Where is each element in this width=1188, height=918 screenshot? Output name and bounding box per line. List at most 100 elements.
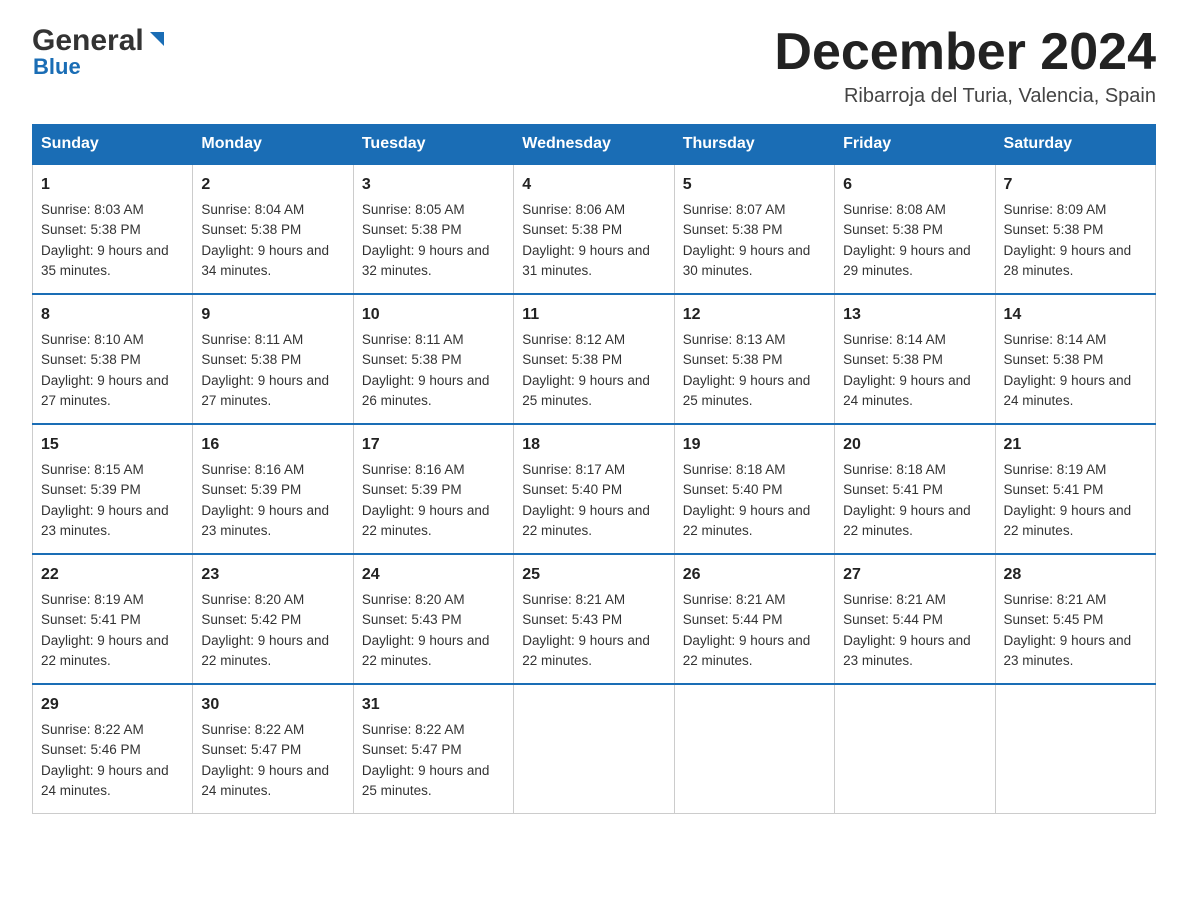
- month-title: December 2024: [774, 24, 1156, 81]
- column-header-sunday: Sunday: [33, 125, 193, 165]
- day-info: Sunrise: 8:20 AMSunset: 5:43 PMDaylight:…: [362, 592, 490, 668]
- day-info: Sunrise: 8:11 AMSunset: 5:38 PMDaylight:…: [362, 332, 490, 408]
- column-header-thursday: Thursday: [674, 125, 834, 165]
- day-number: 11: [522, 303, 665, 327]
- day-number: 27: [843, 563, 986, 587]
- calendar-cell: 8 Sunrise: 8:10 AMSunset: 5:38 PMDaylight…: [33, 294, 193, 424]
- day-number: 4: [522, 173, 665, 197]
- day-info: Sunrise: 8:21 AMSunset: 5:45 PMDaylight:…: [1004, 592, 1132, 668]
- calendar-cell: 13 Sunrise: 8:14 AMSunset: 5:38 PMDayligh…: [835, 294, 995, 424]
- calendar-cell: 28 Sunrise: 8:21 AMSunset: 5:45 PMDayligh…: [995, 554, 1155, 684]
- day-number: 5: [683, 173, 826, 197]
- day-number: 12: [683, 303, 826, 327]
- location-text: Ribarroja del Turia, Valencia, Spain: [774, 85, 1156, 108]
- day-number: 29: [41, 693, 184, 717]
- logo-general-text: General: [32, 24, 144, 58]
- week-row-3: 15 Sunrise: 8:15 AMSunset: 5:39 PMDayligh…: [33, 424, 1156, 554]
- week-row-5: 29 Sunrise: 8:22 AMSunset: 5:46 PMDayligh…: [33, 684, 1156, 814]
- calendar-cell: [514, 684, 674, 814]
- day-number: 31: [362, 693, 505, 717]
- week-row-2: 8 Sunrise: 8:10 AMSunset: 5:38 PMDaylight…: [33, 294, 1156, 424]
- day-info: Sunrise: 8:06 AMSunset: 5:38 PMDaylight:…: [522, 202, 650, 278]
- day-info: Sunrise: 8:18 AMSunset: 5:41 PMDaylight:…: [843, 462, 971, 538]
- day-number: 3: [362, 173, 505, 197]
- day-number: 8: [41, 303, 184, 327]
- day-number: 24: [362, 563, 505, 587]
- day-number: 17: [362, 433, 505, 457]
- day-info: Sunrise: 8:15 AMSunset: 5:39 PMDaylight:…: [41, 462, 169, 538]
- day-info: Sunrise: 8:07 AMSunset: 5:38 PMDaylight:…: [683, 202, 811, 278]
- day-info: Sunrise: 8:18 AMSunset: 5:40 PMDaylight:…: [683, 462, 811, 538]
- calendar-cell: 3 Sunrise: 8:05 AMSunset: 5:38 PMDaylight…: [353, 164, 513, 294]
- column-header-tuesday: Tuesday: [353, 125, 513, 165]
- calendar-cell: 9 Sunrise: 8:11 AMSunset: 5:38 PMDaylight…: [193, 294, 353, 424]
- calendar-cell: 6Sunrise: 8:08 AMSunset: 5:38 PMDaylight…: [835, 164, 995, 294]
- day-info: Sunrise: 8:21 AMSunset: 5:44 PMDaylight:…: [683, 592, 811, 668]
- day-info: Sunrise: 8:21 AMSunset: 5:44 PMDaylight:…: [843, 592, 971, 668]
- calendar-table: SundayMondayTuesdayWednesdayThursdayFrid…: [32, 124, 1156, 814]
- day-info: Sunrise: 8:16 AMSunset: 5:39 PMDaylight:…: [201, 462, 329, 538]
- calendar-cell: 16 Sunrise: 8:16 AMSunset: 5:39 PMDayligh…: [193, 424, 353, 554]
- day-number: 19: [683, 433, 826, 457]
- calendar-cell: 19 Sunrise: 8:18 AMSunset: 5:40 PMDayligh…: [674, 424, 834, 554]
- calendar-cell: 17 Sunrise: 8:16 AMSunset: 5:39 PMDayligh…: [353, 424, 513, 554]
- day-info: Sunrise: 8:16 AMSunset: 5:39 PMDaylight:…: [362, 462, 490, 538]
- day-number: 20: [843, 433, 986, 457]
- day-number: 9: [201, 303, 344, 327]
- calendar-cell: 25Sunrise: 8:21 AMSunset: 5:43 PMDayligh…: [514, 554, 674, 684]
- title-block: December 2024 Ribarroja del Turia, Valen…: [774, 24, 1156, 108]
- logo-arrow-icon: [146, 28, 168, 50]
- calendar-cell: 30Sunrise: 8:22 AMSunset: 5:47 PMDayligh…: [193, 684, 353, 814]
- calendar-cell: 5 Sunrise: 8:07 AMSunset: 5:38 PMDaylight…: [674, 164, 834, 294]
- column-header-monday: Monday: [193, 125, 353, 165]
- day-number: 28: [1004, 563, 1147, 587]
- day-number: 13: [843, 303, 986, 327]
- logo-blue-text: Blue: [32, 54, 81, 80]
- calendar-cell: 10 Sunrise: 8:11 AMSunset: 5:38 PMDayligh…: [353, 294, 513, 424]
- logo: General Blue: [32, 24, 168, 80]
- day-number: 18: [522, 433, 665, 457]
- day-number: 10: [362, 303, 505, 327]
- day-info: Sunrise: 8:22 AMSunset: 5:46 PMDaylight:…: [41, 722, 169, 798]
- day-info: Sunrise: 8:04 AMSunset: 5:38 PMDaylight:…: [201, 202, 329, 278]
- calendar-cell: 14Sunrise: 8:14 AMSunset: 5:38 PMDayligh…: [995, 294, 1155, 424]
- day-info: Sunrise: 8:20 AMSunset: 5:42 PMDaylight:…: [201, 592, 329, 668]
- calendar-cell: 1Sunrise: 8:03 AMSunset: 5:38 PMDaylight…: [33, 164, 193, 294]
- day-number: 14: [1004, 303, 1147, 327]
- column-header-friday: Friday: [835, 125, 995, 165]
- calendar-cell: 22Sunrise: 8:19 AMSunset: 5:41 PMDayligh…: [33, 554, 193, 684]
- calendar-header-row: SundayMondayTuesdayWednesdayThursdayFrid…: [33, 125, 1156, 165]
- calendar-cell: 29 Sunrise: 8:22 AMSunset: 5:46 PMDayligh…: [33, 684, 193, 814]
- week-row-1: 1Sunrise: 8:03 AMSunset: 5:38 PMDaylight…: [33, 164, 1156, 294]
- calendar-cell: 11 Sunrise: 8:12 AMSunset: 5:38 PMDayligh…: [514, 294, 674, 424]
- day-info: Sunrise: 8:14 AMSunset: 5:38 PMDaylight:…: [843, 332, 971, 408]
- day-number: 21: [1004, 433, 1147, 457]
- day-number: 1: [41, 173, 184, 197]
- calendar-cell: 7 Sunrise: 8:09 AMSunset: 5:38 PMDaylight…: [995, 164, 1155, 294]
- calendar-cell: 4 Sunrise: 8:06 AMSunset: 5:38 PMDaylight…: [514, 164, 674, 294]
- calendar-cell: 24 Sunrise: 8:20 AMSunset: 5:43 PMDayligh…: [353, 554, 513, 684]
- day-number: 6: [843, 173, 986, 197]
- day-number: 2: [201, 173, 344, 197]
- day-info: Sunrise: 8:10 AMSunset: 5:38 PMDaylight:…: [41, 332, 169, 408]
- page-header: General Blue December 2024 Ribarroja del…: [32, 24, 1156, 108]
- day-info: Sunrise: 8:11 AMSunset: 5:38 PMDaylight:…: [201, 332, 329, 408]
- day-number: 16: [201, 433, 344, 457]
- day-info: Sunrise: 8:17 AMSunset: 5:40 PMDaylight:…: [522, 462, 650, 538]
- day-info: Sunrise: 8:09 AMSunset: 5:38 PMDaylight:…: [1004, 202, 1132, 278]
- day-info: Sunrise: 8:05 AMSunset: 5:38 PMDaylight:…: [362, 202, 490, 278]
- day-number: 15: [41, 433, 184, 457]
- calendar-cell: 12Sunrise: 8:13 AMSunset: 5:38 PMDayligh…: [674, 294, 834, 424]
- day-number: 30: [201, 693, 344, 717]
- calendar-cell: 23Sunrise: 8:20 AMSunset: 5:42 PMDayligh…: [193, 554, 353, 684]
- day-info: Sunrise: 8:19 AMSunset: 5:41 PMDaylight:…: [1004, 462, 1132, 538]
- day-info: Sunrise: 8:12 AMSunset: 5:38 PMDaylight:…: [522, 332, 650, 408]
- calendar-cell: [674, 684, 834, 814]
- calendar-cell: 21 Sunrise: 8:19 AMSunset: 5:41 PMDayligh…: [995, 424, 1155, 554]
- day-info: Sunrise: 8:22 AMSunset: 5:47 PMDaylight:…: [362, 722, 490, 798]
- calendar-cell: 2 Sunrise: 8:04 AMSunset: 5:38 PMDaylight…: [193, 164, 353, 294]
- day-number: 26: [683, 563, 826, 587]
- day-info: Sunrise: 8:19 AMSunset: 5:41 PMDaylight:…: [41, 592, 169, 668]
- column-header-saturday: Saturday: [995, 125, 1155, 165]
- day-number: 7: [1004, 173, 1147, 197]
